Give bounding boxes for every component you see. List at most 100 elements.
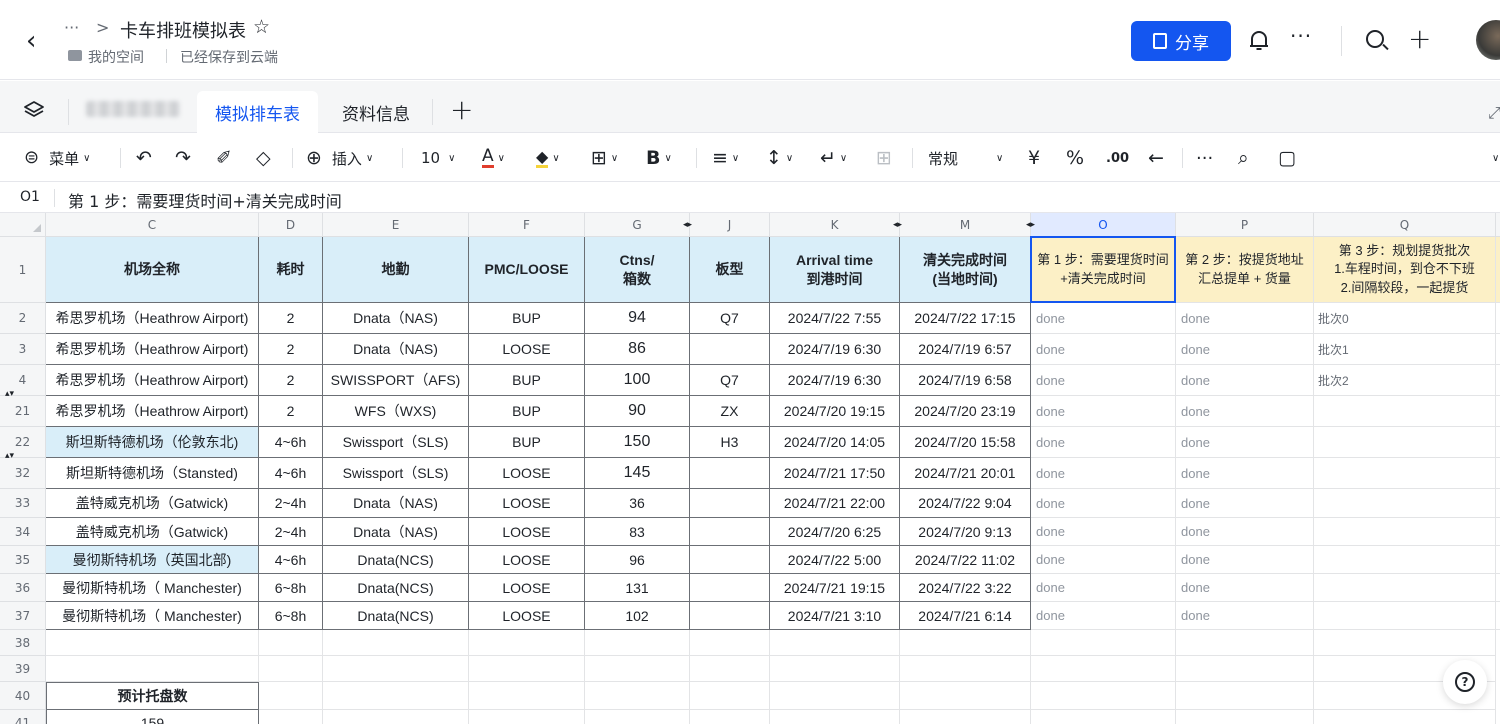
empty-cell[interactable] bbox=[259, 630, 323, 656]
row-header[interactable]: 34 bbox=[0, 518, 46, 546]
row-header[interactable]: 37 bbox=[0, 602, 46, 630]
status-cell[interactable]: done bbox=[1031, 574, 1176, 602]
select-all-corner[interactable] bbox=[0, 213, 46, 237]
empty-cell[interactable] bbox=[770, 682, 900, 710]
create-plus-icon[interactable]: + bbox=[1408, 25, 1431, 53]
header-cell[interactable]: 地勤 bbox=[323, 237, 469, 303]
star-icon[interactable]: ☆ bbox=[253, 16, 270, 38]
empty-cell[interactable] bbox=[1176, 710, 1314, 724]
row-header[interactable]: 1 bbox=[0, 237, 46, 303]
table-cell-partial[interactable] bbox=[1496, 427, 1500, 458]
table-cell-partial[interactable] bbox=[1496, 489, 1500, 518]
layers-icon[interactable] bbox=[24, 101, 44, 119]
row-header[interactable]: 41 bbox=[0, 710, 46, 724]
table-cell[interactable]: 希思罗机场（Heathrow Airport) bbox=[46, 334, 259, 365]
breadcrumb-more[interactable]: ··· bbox=[64, 18, 79, 37]
table-cell[interactable]: 102 bbox=[585, 602, 690, 630]
table-cell[interactable]: 6~8h bbox=[259, 602, 323, 630]
vertical-align-button[interactable]: ↕ ∨ bbox=[766, 146, 793, 170]
status-cell[interactable]: done bbox=[1031, 396, 1176, 427]
header-cell-partial[interactable] bbox=[1496, 237, 1500, 303]
table-cell[interactable] bbox=[1314, 546, 1496, 574]
empty-cell[interactable] bbox=[1314, 630, 1496, 656]
row-header[interactable]: 33 bbox=[0, 489, 46, 518]
status-cell[interactable]: done bbox=[1031, 489, 1176, 518]
table-cell[interactable]: 2024/7/22 5:00 bbox=[770, 546, 900, 574]
empty-cell[interactable] bbox=[1031, 656, 1176, 682]
table-cell[interactable]: Dnata(NCS) bbox=[323, 574, 469, 602]
increase-decimal-button[interactable]: .00 bbox=[1106, 146, 1129, 170]
status-cell[interactable]: done bbox=[1176, 518, 1314, 546]
table-cell[interactable]: 145 bbox=[585, 458, 690, 489]
empty-cell[interactable] bbox=[690, 682, 770, 710]
empty-cell[interactable] bbox=[900, 656, 1031, 682]
hidden-rows-marker-icon[interactable]: ▴▾ bbox=[5, 451, 14, 461]
row-header[interactable]: 39 bbox=[0, 656, 46, 682]
table-cell-partial[interactable] bbox=[1496, 303, 1500, 334]
table-cell-partial[interactable] bbox=[1496, 546, 1500, 574]
row-header[interactable]: 36 bbox=[0, 574, 46, 602]
empty-cell[interactable] bbox=[585, 682, 690, 710]
empty-cell[interactable] bbox=[1031, 682, 1176, 710]
table-cell[interactable] bbox=[690, 518, 770, 546]
table-cell[interactable] bbox=[1314, 489, 1496, 518]
status-cell[interactable]: done bbox=[1176, 602, 1314, 630]
table-cell-partial[interactable] bbox=[1496, 574, 1500, 602]
status-cell[interactable]: done bbox=[1031, 427, 1176, 458]
table-cell[interactable] bbox=[690, 334, 770, 365]
empty-cell[interactable] bbox=[770, 710, 900, 724]
table-cell[interactable]: WFS（WXS) bbox=[323, 396, 469, 427]
table-cell[interactable]: 2024/7/20 9:13 bbox=[900, 518, 1031, 546]
empty-cell[interactable] bbox=[900, 630, 1031, 656]
status-cell[interactable]: done bbox=[1031, 365, 1176, 396]
table-cell[interactable]: 2024/7/21 22:00 bbox=[770, 489, 900, 518]
column-header-m[interactable]: M bbox=[900, 213, 1031, 237]
table-cell[interactable]: 4~6h bbox=[259, 546, 323, 574]
column-header-c[interactable]: C bbox=[46, 213, 259, 237]
table-cell-partial[interactable] bbox=[1496, 458, 1500, 489]
column-header-o[interactable]: O bbox=[1031, 213, 1176, 237]
table-cell[interactable]: 2024/7/22 7:55 bbox=[770, 303, 900, 334]
column-header-next[interactable] bbox=[1496, 213, 1500, 237]
table-cell[interactable]: 2024/7/22 9:04 bbox=[900, 489, 1031, 518]
empty-cell[interactable] bbox=[1031, 710, 1176, 724]
table-cell[interactable]: 希思罗机场（Heathrow Airport) bbox=[46, 303, 259, 334]
table-cell[interactable]: 4~6h bbox=[259, 458, 323, 489]
empty-cell[interactable] bbox=[323, 656, 469, 682]
empty-cell[interactable] bbox=[770, 630, 900, 656]
bell-icon[interactable] bbox=[1248, 28, 1270, 52]
table-cell[interactable]: 曼彻斯特机场（ Manchester) bbox=[46, 602, 259, 630]
empty-cell[interactable] bbox=[585, 710, 690, 724]
table-cell[interactable]: LOOSE bbox=[469, 546, 585, 574]
table-cell[interactable]: 曼彻斯特机场（英国北部) bbox=[46, 546, 259, 574]
help-button[interactable]: ? bbox=[1443, 660, 1487, 704]
table-cell[interactable]: 批次1 bbox=[1314, 334, 1496, 365]
table-cell[interactable]: 36 bbox=[585, 489, 690, 518]
column-header-j[interactable]: J bbox=[690, 213, 770, 237]
empty-cell[interactable] bbox=[585, 656, 690, 682]
table-cell[interactable]: 2024/7/21 19:15 bbox=[770, 574, 900, 602]
header-cell[interactable]: Arrival time 到港时间 bbox=[770, 237, 900, 303]
empty-cell[interactable] bbox=[900, 710, 1031, 724]
table-cell-partial[interactable] bbox=[1496, 365, 1500, 396]
expand-icon[interactable]: ⤢ bbox=[1488, 103, 1500, 123]
avatar[interactable] bbox=[1476, 20, 1500, 60]
table-cell[interactable]: Dnata(NCS) bbox=[323, 546, 469, 574]
table-cell[interactable]: 2024/7/21 17:50 bbox=[770, 458, 900, 489]
column-header-e[interactable]: E bbox=[323, 213, 469, 237]
table-cell[interactable]: 2024/7/21 20:01 bbox=[900, 458, 1031, 489]
table-cell[interactable]: 2 bbox=[259, 303, 323, 334]
status-cell[interactable]: done bbox=[1176, 458, 1314, 489]
hidden-columns-marker-icon[interactable]: ◂▸ bbox=[683, 220, 692, 230]
back-arrow-icon[interactable]: ‹ bbox=[26, 28, 36, 54]
undo-button[interactable]: ↶ bbox=[136, 146, 152, 170]
empty-cell[interactable] bbox=[690, 710, 770, 724]
table-cell[interactable]: 2024/7/22 17:15 bbox=[900, 303, 1031, 334]
table-cell[interactable] bbox=[1314, 518, 1496, 546]
table-cell[interactable]: 2024/7/20 6:25 bbox=[770, 518, 900, 546]
table-cell[interactable]: 2024/7/22 11:02 bbox=[900, 546, 1031, 574]
empty-cell[interactable] bbox=[469, 656, 585, 682]
table-cell[interactable]: BUP bbox=[469, 365, 585, 396]
table-cell[interactable]: 94 bbox=[585, 303, 690, 334]
status-cell[interactable]: done bbox=[1031, 458, 1176, 489]
